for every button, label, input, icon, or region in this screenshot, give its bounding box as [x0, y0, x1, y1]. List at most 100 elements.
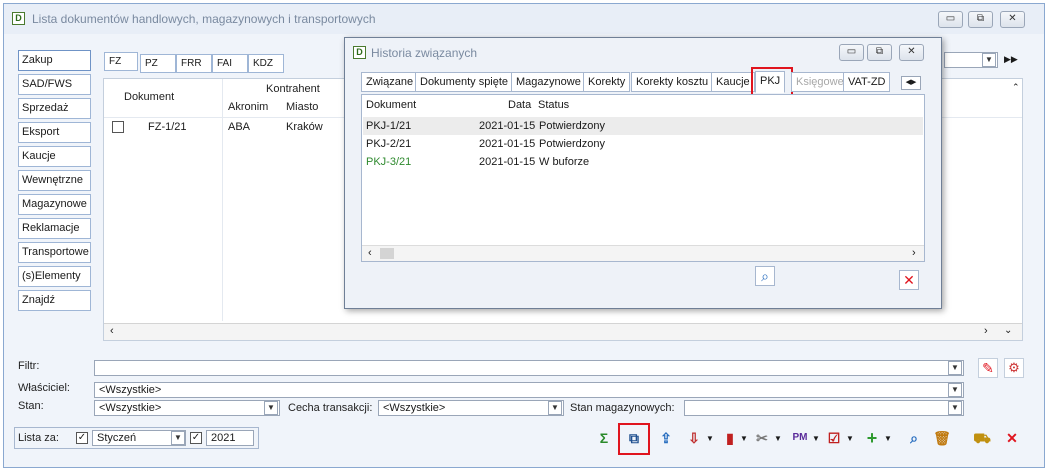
sidebar-item-magazynowe[interactable]: Magazynowe: [18, 194, 91, 215]
column-header-dokument[interactable]: Dokument: [124, 91, 174, 103]
add-icon[interactable]: +: [862, 428, 882, 448]
chevron-down-icon[interactable]: ▼: [774, 434, 782, 443]
tab-fz[interactable]: FZ: [104, 52, 138, 71]
stan-mag-select[interactable]: [684, 400, 964, 416]
close-button[interactable]: ✕: [1000, 11, 1025, 28]
tab-pz[interactable]: PZ: [140, 54, 176, 73]
scroll-left-icon[interactable]: ‹: [110, 325, 114, 337]
chevron-down-icon[interactable]: ▼: [740, 434, 748, 443]
delivery-icon[interactable]: ⛟: [972, 428, 992, 448]
scroll-right-icon[interactable]: ›: [984, 325, 988, 337]
popup-tab-kaucje[interactable]: Kaucje: [711, 72, 755, 92]
filtr-input[interactable]: [94, 360, 964, 376]
year-checkbox[interactable]: ✓: [190, 432, 202, 444]
popup-horizontal-scrollbar[interactable]: ‹ ›: [362, 245, 924, 261]
popup-tab-ksiegowe[interactable]: Księgowe: [791, 72, 849, 92]
pm-icon[interactable]: PM: [790, 428, 810, 448]
scroll-down-icon[interactable]: ⌄: [1004, 325, 1012, 336]
list-item[interactable]: PKJ-2/21 2021-01-15 Potwierdzony: [363, 135, 923, 153]
chevron-down-icon[interactable]: ▼: [264, 401, 278, 415]
clear-filter-icon[interactable]: ✎: [978, 358, 998, 378]
sidebar-item-reklamacje[interactable]: Reklamacje: [18, 218, 91, 239]
row-miasto: Kraków: [286, 121, 323, 133]
chevron-down-icon[interactable]: ▼: [884, 434, 892, 443]
sidebar-item-zakup[interactable]: Zakup: [18, 50, 91, 71]
popup-minimize-button[interactable]: ▭: [839, 44, 864, 61]
sidebar-item-znajdz[interactable]: Znajdź: [18, 290, 91, 311]
scroll-right-icon[interactable]: ›: [912, 247, 916, 259]
sum-icon[interactable]: Σ: [594, 428, 614, 448]
scroll-left-icon[interactable]: ‹: [368, 247, 372, 259]
wlasciciel-label: Właściciel:: [18, 382, 70, 394]
popup-tab-magazynowe[interactable]: Magazynowe: [511, 72, 586, 92]
popup-close-button[interactable]: ✕: [899, 44, 924, 61]
tab-frr[interactable]: FRR: [176, 54, 212, 73]
chevron-down-icon[interactable]: ▼: [846, 434, 854, 443]
item-dokument: PKJ-2/21: [366, 138, 412, 150]
chevron-down-icon[interactable]: ▼: [948, 401, 962, 415]
sidebar-item-eksport[interactable]: Eksport: [18, 122, 91, 143]
item-data: 2021-01-15: [479, 120, 536, 132]
column-header-miasto[interactable]: Miasto: [286, 101, 318, 113]
sidebar-item-transportowe[interactable]: Transportowe: [18, 242, 91, 263]
popup-column-data[interactable]: Data: [508, 99, 531, 111]
popup-tab-zwiazane[interactable]: Związane: [361, 72, 419, 92]
popup-column-status[interactable]: Status: [538, 99, 569, 111]
minimize-button[interactable]: ▭: [938, 11, 963, 28]
column-header-akronim[interactable]: Akronim: [228, 101, 268, 113]
vertical-scrollbar[interactable]: ⌃: [1012, 82, 1022, 320]
delete-icon[interactable]: 🗑: [932, 428, 952, 448]
scroll-right-icon[interactable]: ▶▶: [1004, 54, 1018, 65]
popup-tab-dokumenty-spiete[interactable]: Dokumenty spięte: [415, 72, 514, 92]
chevron-down-icon[interactable]: ▼: [171, 431, 185, 445]
row-checkbox[interactable]: [112, 121, 124, 133]
popup-column-dokument[interactable]: Dokument: [366, 99, 416, 111]
sidebar-item-sad-fws[interactable]: SAD/FWS: [18, 74, 91, 95]
horizontal-scrollbar[interactable]: ‹ › ⌄: [104, 323, 1022, 340]
scroll-up-icon[interactable]: ⌃: [1012, 82, 1020, 93]
row-dokument[interactable]: FZ-1/21: [148, 121, 187, 133]
export-icon[interactable]: ⇪: [656, 428, 676, 448]
sidebar-item-sprzedaz[interactable]: Sprzedaż: [18, 98, 91, 119]
chevron-down-icon[interactable]: ▼: [548, 401, 562, 415]
cecha-select[interactable]: <Wszystkie>: [378, 400, 564, 416]
column-header-kontrahent[interactable]: Kontrahent: [266, 83, 320, 95]
list-item[interactable]: PKJ-3/21 2021-01-15 W buforze: [363, 153, 923, 171]
chart-icon[interactable]: ▮: [720, 428, 740, 448]
wlasciciel-select[interactable]: <Wszystkie>: [94, 382, 964, 398]
popup-tab-korekty[interactable]: Korekty: [583, 72, 631, 92]
maximize-button[interactable]: ⧉: [968, 11, 993, 28]
popup-tab-pkj[interactable]: PKJ: [755, 71, 786, 93]
sidebar-item-elementy[interactable]: (s)Elementy: [18, 266, 91, 287]
item-dokument: PKJ-1/21: [366, 120, 412, 132]
popup-tab-korekty-kosztu[interactable]: Korekty kosztu: [631, 72, 714, 92]
popup-close-icon[interactable]: ✕: [899, 270, 919, 290]
list-item[interactable]: PKJ-1/21 2021-01-15 Potwierdzony: [363, 117, 923, 135]
tools-icon[interactable]: ✂: [752, 428, 772, 448]
filtr-label: Filtr:: [18, 360, 40, 372]
import-icon[interactable]: ⇩: [684, 428, 704, 448]
popup-tab-vat-zd[interactable]: VAT-ZD: [843, 72, 891, 92]
close-icon[interactable]: ✕: [1002, 428, 1022, 448]
sidebar-item-wewnetrzne[interactable]: Wewnętrzne: [18, 170, 91, 191]
chevron-down-icon[interactable]: ▼: [948, 361, 962, 375]
lista-za-checkbox[interactable]: ✓: [76, 432, 88, 444]
related-history-icon[interactable]: ⧉: [624, 428, 644, 448]
chevron-down-icon[interactable]: ▼: [948, 383, 962, 397]
chevron-down-icon[interactable]: ▼: [706, 434, 714, 443]
checklist-icon[interactable]: ☑: [824, 428, 844, 448]
popup-search-icon[interactable]: ⌕: [755, 266, 775, 286]
chevron-down-icon[interactable]: ▼: [982, 53, 996, 67]
tab-scroll-arrows-icon[interactable]: ◀▶: [901, 76, 921, 90]
sidebar-item-kaucje[interactable]: Kaucje: [18, 146, 91, 167]
window-title: Lista dokumentów handlowych, magazynowyc…: [32, 12, 376, 26]
chevron-down-icon[interactable]: ▼: [812, 434, 820, 443]
tab-kdz[interactable]: KDZ: [248, 54, 284, 73]
search-icon[interactable]: ⌕: [904, 428, 924, 448]
popup-maximize-button[interactable]: ⧉: [867, 44, 892, 61]
tab-fai[interactable]: FAI: [212, 54, 248, 73]
stan-select[interactable]: <Wszystkie>: [94, 400, 280, 416]
year-stepper[interactable]: 2021: [206, 430, 254, 446]
scroll-thumb[interactable]: [380, 248, 394, 259]
filter-constructor-icon[interactable]: ⚙: [1004, 358, 1024, 378]
